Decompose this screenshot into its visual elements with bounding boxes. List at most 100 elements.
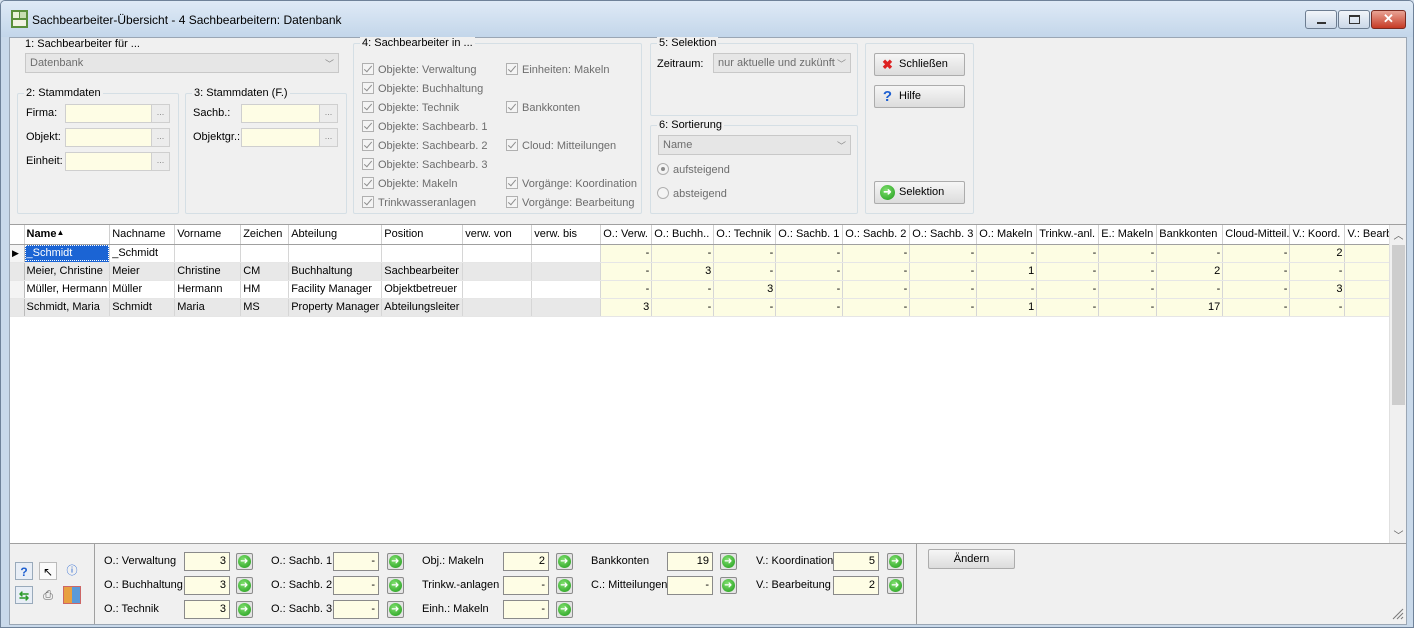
table-cell[interactable]: - (1036, 280, 1100, 299)
column-header[interactable]: Nachname (109, 225, 176, 245)
objektgr-field[interactable]: ... (241, 128, 338, 147)
table-cell[interactable]: Christine (174, 262, 242, 281)
table-cell[interactable]: 1 (976, 298, 1038, 317)
row-indicator[interactable] (10, 280, 25, 299)
column-header[interactable]: Zeichen (240, 225, 290, 245)
objekt-field[interactable]: ... (65, 128, 170, 147)
table-cell[interactable]: - (1098, 280, 1158, 299)
scroll-down-icon[interactable]: ﹀ (1390, 527, 1407, 542)
checkbox-right-2[interactable]: Cloud: Mitteilungen (506, 139, 616, 152)
summary-count-field[interactable]: 3 (184, 552, 230, 571)
go-arrow-icon[interactable] (387, 553, 404, 570)
table-cell[interactable]: - (842, 280, 911, 299)
table-cell[interactable]: Müller, Hermann (24, 280, 111, 299)
browse-button[interactable]: ... (151, 105, 169, 122)
firma-field[interactable]: ... (65, 104, 170, 123)
table-cell[interactable] (462, 280, 533, 299)
checkbox-left-2[interactable]: Objekte: Technik (362, 101, 459, 114)
table-cell[interactable]: - (775, 262, 844, 281)
table-cell[interactable]: Sachbearbeiter (381, 262, 464, 281)
table-cell[interactable]: - (651, 244, 715, 263)
table-cell[interactable]: Müller (109, 280, 176, 299)
table-cell[interactable]: _Schmidt (24, 244, 111, 263)
column-header[interactable]: O.: Makeln (976, 225, 1038, 245)
table-cell[interactable]: - (713, 244, 777, 263)
table-cell[interactable]: Buchhaltung (288, 262, 383, 281)
table-cell[interactable]: - (775, 298, 844, 317)
column-header[interactable]: O.: Verw. (600, 225, 653, 245)
summary-count-field[interactable]: 2 (833, 576, 879, 595)
checkbox-right-4[interactable]: Vorgänge: Bearbeitung (506, 196, 635, 209)
table-cell[interactable]: Objektbetreuer (381, 280, 464, 299)
schliessen-button[interactable]: ✖ Schließen (874, 53, 965, 76)
table-cell[interactable]: - (1098, 298, 1158, 317)
table-cell[interactable]: - (1156, 244, 1224, 263)
checkbox-left-5[interactable]: Objekte: Sachbearb. 3 (362, 158, 487, 171)
summary-count-field[interactable]: 2 (503, 552, 549, 571)
go-arrow-icon[interactable] (236, 577, 253, 594)
table-cell[interactable]: - (1289, 298, 1346, 317)
table-cell[interactable]: 3 (651, 262, 715, 281)
table-cell[interactable]: - (1036, 262, 1100, 281)
summary-count-field[interactable]: - (333, 576, 379, 595)
table-cell[interactable]: - (1222, 298, 1291, 317)
table-cell[interactable]: 3 (600, 298, 653, 317)
column-header[interactable]: O.: Sachb. 3 (909, 225, 978, 245)
summary-count-field[interactable]: - (667, 576, 713, 595)
table-cell[interactable]: - (1036, 298, 1100, 317)
sachbearbeiter-fuer-combo[interactable]: Datenbank ﹀ (25, 53, 339, 73)
table-cell[interactable]: - (775, 280, 844, 299)
table-cell[interactable]: - (1036, 244, 1100, 263)
table-cell[interactable] (288, 244, 383, 263)
go-arrow-icon[interactable] (387, 601, 404, 618)
zeitraum-combo[interactable]: nur aktuelle und zukünft ﹀ (713, 53, 851, 73)
browse-button[interactable]: ... (319, 129, 337, 146)
table-cell[interactable]: Meier (109, 262, 176, 281)
row-indicator[interactable] (10, 298, 25, 317)
table-cell[interactable]: Meier, Christine (24, 262, 111, 281)
scroll-thumb[interactable] (1392, 245, 1405, 405)
table-row[interactable]: Müller, Hermann Müller Hermann HM Facility M… (10, 280, 1400, 299)
table-row[interactable]: ▶_Schmidt_Schmidt-----------22 (10, 244, 1400, 263)
table-cell[interactable] (462, 298, 533, 317)
table-cell[interactable]: 17 (1156, 298, 1224, 317)
table-cell[interactable]: - (842, 262, 911, 281)
table-cell[interactable]: - (651, 298, 715, 317)
column-header[interactable]: Name▲ (24, 225, 111, 245)
layout-icon[interactable] (63, 586, 81, 604)
checkbox-left-7[interactable]: Trinkwasseranlagen (362, 196, 476, 209)
table-cell[interactable]: - (600, 262, 653, 281)
table-cell[interactable] (531, 244, 602, 263)
table-cell[interactable]: Hermann (174, 280, 242, 299)
checkbox-right-3[interactable]: Vorgänge: Koordination (506, 177, 637, 190)
table-cell[interactable] (381, 244, 464, 263)
table-cell[interactable]: - (1098, 244, 1158, 263)
column-header[interactable]: Cloud-Mitteil. (1222, 225, 1291, 245)
sortierung-combo[interactable]: Name ﹀ (658, 135, 851, 155)
column-header[interactable]: Trinkw.-anl. (1036, 225, 1100, 245)
column-header[interactable]: O.: Sachb. 1 (775, 225, 844, 245)
table-cell[interactable] (531, 298, 602, 317)
table-cell[interactable]: 2 (1156, 262, 1224, 281)
help-icon[interactable]: ? (15, 562, 33, 580)
summary-count-field[interactable]: 5 (833, 552, 879, 571)
column-header[interactable]: O.: Sachb. 2 (842, 225, 911, 245)
table-cell[interactable] (531, 262, 602, 281)
column-header[interactable]: O.: Technik (713, 225, 777, 245)
table-cell[interactable]: - (775, 244, 844, 263)
column-header[interactable]: O.: Buchh.. (651, 225, 715, 245)
table-cell[interactable]: - (1289, 262, 1346, 281)
go-arrow-icon[interactable] (387, 577, 404, 594)
column-header[interactable]: V.: Koord. (1289, 225, 1346, 245)
table-cell[interactable]: - (1222, 262, 1291, 281)
go-arrow-icon[interactable] (887, 553, 904, 570)
table-cell[interactable]: Property Manager (288, 298, 383, 317)
hilfe-button[interactable]: ? Hilfe (874, 85, 965, 108)
table-cell[interactable]: - (909, 298, 978, 317)
checkbox-left-0[interactable]: Objekte: Verwaltung (362, 63, 476, 76)
checkbox-right-1[interactable]: Bankkonten (506, 101, 580, 114)
column-header[interactable]: Vorname (174, 225, 242, 245)
table-cell[interactable]: Maria (174, 298, 242, 317)
scroll-up-icon[interactable]: ︿ (1390, 227, 1407, 242)
table-cell[interactable]: 2 (1289, 244, 1346, 263)
